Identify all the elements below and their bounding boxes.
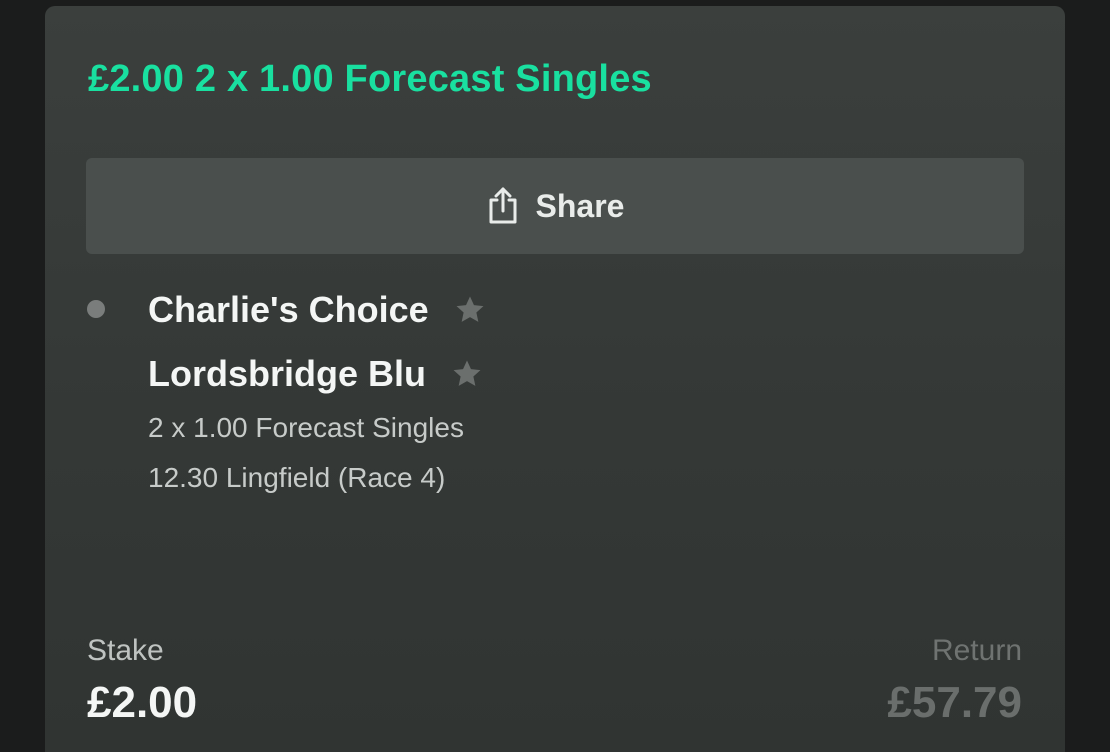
return-label: Return [931, 634, 1022, 667]
bet-receipt-screen: £2.00 2 x 1.00 Forecast Singles Share Ch… [0, 0, 1110, 752]
star-icon[interactable] [450, 357, 484, 391]
stake-value: £2.00 [87, 678, 198, 727]
bet-title: £2.00 2 x 1.00 Forecast Singles [88, 58, 652, 100]
star-icon[interactable] [453, 293, 487, 327]
selection-row: Lordsbridge Blu [148, 353, 484, 395]
bet-type-label: 2 x 1.00 Forecast Singles [148, 412, 464, 443]
return-value: £57.79 [887, 678, 1022, 727]
selection-row: Charlie's Choice [148, 289, 487, 331]
selection-name: Lordsbridge Blu [148, 353, 426, 394]
selection-name: Charlie's Choice [148, 289, 429, 330]
bet-card: £2.00 2 x 1.00 Forecast Singles Share Ch… [45, 6, 1065, 752]
event-name: 12.30 Lingfield (Race 4) [148, 462, 446, 493]
share-icon [486, 186, 520, 226]
share-label: Share [535, 187, 625, 224]
share-button[interactable]: Share [86, 158, 1024, 254]
selection-status-dot [87, 300, 105, 318]
stake-label: Stake [87, 634, 164, 667]
